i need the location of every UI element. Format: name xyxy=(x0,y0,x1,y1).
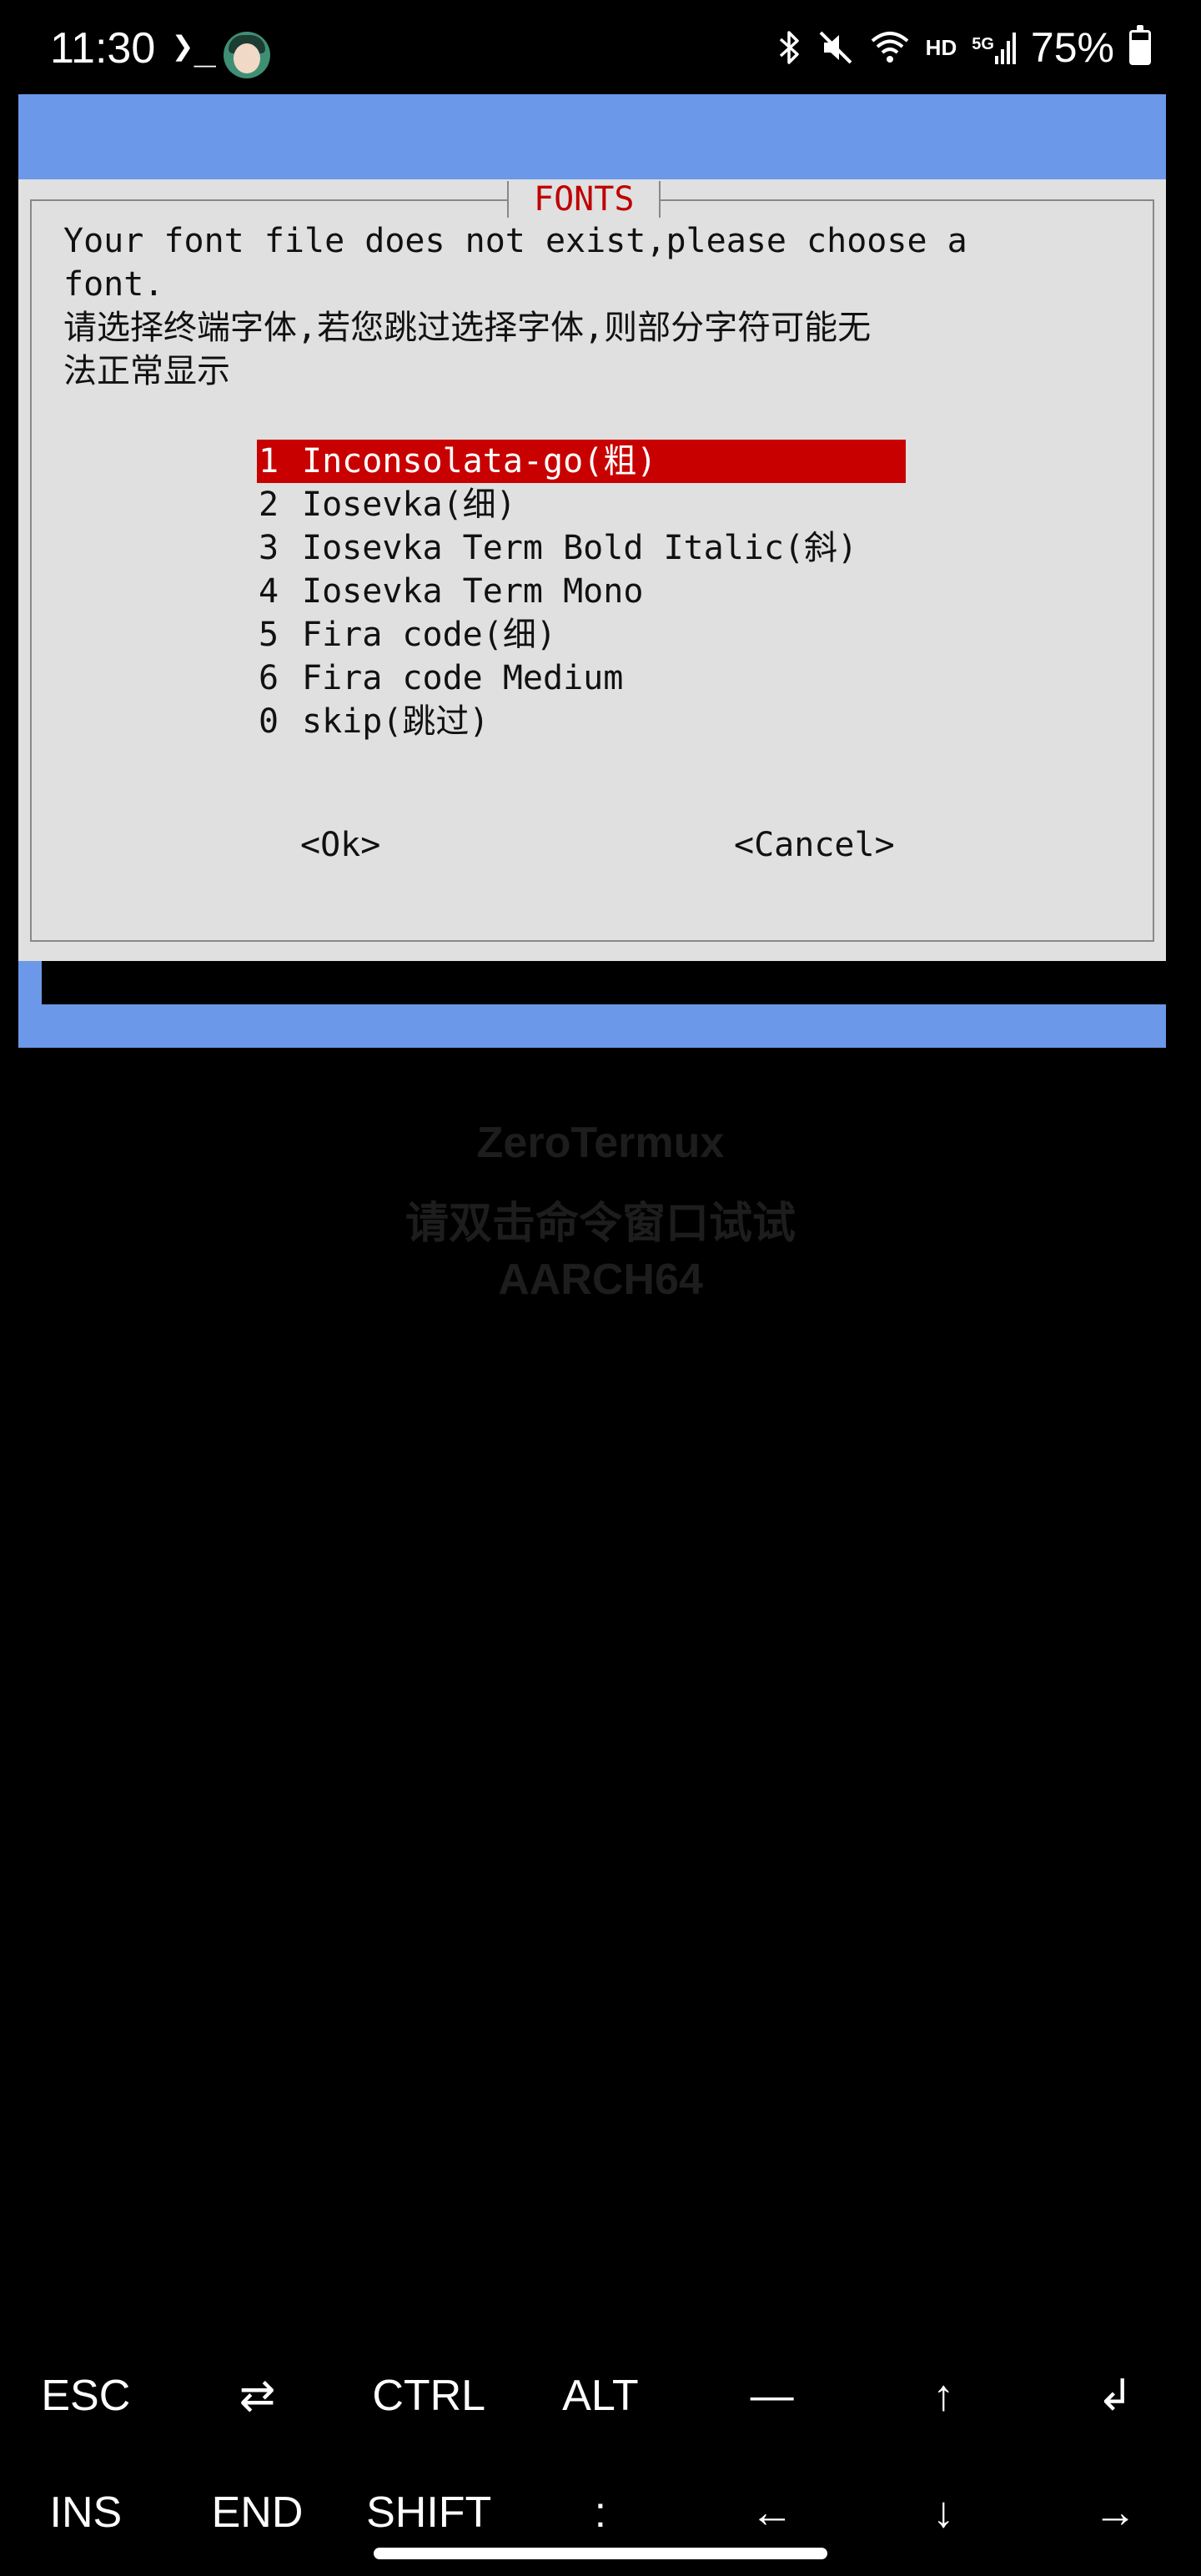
menu-item-inconsolata[interactable]: 1 Inconsolata-go(粗) xyxy=(257,440,906,483)
extra-keys-row-2: INS END SHIFT : ← ↓ → xyxy=(0,2488,1201,2538)
up-arrow-key[interactable]: ↑ xyxy=(857,2371,1029,2421)
tab-swap-key[interactable]: ⇄ xyxy=(172,2371,344,2421)
cancel-button[interactable]: <Cancel> xyxy=(734,823,895,867)
mute-icon xyxy=(819,31,852,64)
menu-item-fira-code-medium[interactable]: 6 Fira code Medium xyxy=(257,657,906,700)
menu-item-iosevka[interactable]: 2 Iosevka(细) xyxy=(257,483,906,526)
hd-label: HD xyxy=(925,34,957,60)
bluetooth-icon xyxy=(779,31,799,64)
watermark-app-name: ZeroTermux xyxy=(476,1119,725,1167)
alt-key[interactable]: ALT xyxy=(515,2371,686,2421)
battery-icon xyxy=(1129,25,1151,65)
terminal-background-side xyxy=(18,961,42,1004)
menu-item-key: 4 xyxy=(259,572,279,611)
extra-keys-row-1: ESC ⇄ CTRL ALT — ↑ ↲ xyxy=(0,2371,1201,2421)
colon-key[interactable]: : xyxy=(515,2488,686,2538)
menu-item-key: 6 xyxy=(259,659,279,697)
fonts-dialog: FONTS Your font file does not exist,plea… xyxy=(18,179,1166,961)
status-bar: 11:30 ❯_ HD 5G 75% xyxy=(0,0,1201,93)
watermark-arch: AARCH64 xyxy=(498,1255,703,1304)
message-line: Your font file does not exist,please cho… xyxy=(63,222,967,260)
shift-key[interactable]: SHIFT xyxy=(343,2488,515,2538)
menu-item-label: Fira code(细) xyxy=(302,616,556,654)
signal-icon: 5G xyxy=(972,31,1016,64)
message-line: font. xyxy=(63,265,164,304)
esc-key[interactable]: ESC xyxy=(0,2371,172,2421)
watermark-hint: 请双击命令窗口试试 xyxy=(405,1200,796,1248)
dash-key[interactable]: — xyxy=(686,2371,858,2421)
menu-item-label: Iosevka Term Bold Italic(斜) xyxy=(302,529,858,567)
menu-item-key: 5 xyxy=(259,616,279,654)
avatar-icon xyxy=(224,32,270,78)
menu-item-fira-code[interactable]: 5 Fira code(细) xyxy=(257,613,906,657)
network-label: 5G xyxy=(972,35,994,53)
terminal-background-bottom xyxy=(18,1004,1166,1048)
menu-item-key: 3 xyxy=(259,529,279,567)
dialog-message: Your font file does not exist,please cho… xyxy=(63,219,1131,393)
message-line: 请选择终端字体,若您跳过选择字体,则部分字符可能无 xyxy=(63,309,872,347)
menu-item-label: Iosevka Term Mono xyxy=(302,572,644,611)
menu-item-key: 2 xyxy=(259,486,279,524)
down-arrow-key[interactable]: ↓ xyxy=(857,2488,1029,2538)
menu-item-iosevka-term-bold-italic[interactable]: 3 Iosevka Term Bold Italic(斜) xyxy=(257,526,906,570)
dialog-title: FONTS xyxy=(507,181,661,218)
left-arrow-key[interactable]: ← xyxy=(686,2488,858,2538)
terminal-icon: ❯_ xyxy=(172,25,216,68)
menu-item-label: skip(跳过) xyxy=(302,702,490,741)
wifi-icon xyxy=(871,32,908,63)
ctrl-key[interactable]: CTRL xyxy=(343,2371,515,2421)
end-key[interactable]: END xyxy=(172,2488,344,2538)
menu-item-label: Inconsolata-go(粗) xyxy=(302,442,657,480)
menu-item-skip[interactable]: 0 skip(跳过) xyxy=(257,700,906,743)
message-line: 法正常显示 xyxy=(63,352,230,390)
ok-button[interactable]: <Ok> xyxy=(300,823,380,867)
ins-key[interactable]: INS xyxy=(0,2488,172,2538)
right-arrow-key[interactable]: → xyxy=(1029,2488,1201,2538)
menu-item-iosevka-term-mono[interactable]: 4 Iosevka Term Mono xyxy=(257,570,906,613)
battery-percent: 75% xyxy=(1030,24,1114,71)
menu-item-key: 0 xyxy=(259,702,279,741)
menu-item-label: Fira code Medium xyxy=(302,659,624,697)
status-icons: HD 5G 75% xyxy=(777,23,1151,72)
terminal-background-top xyxy=(18,94,1166,179)
enter-key[interactable]: ↲ xyxy=(1029,2371,1201,2421)
menu-item-key: 1 xyxy=(259,442,279,480)
menu-item-label: Iosevka(细) xyxy=(302,486,516,524)
dialog-shadow xyxy=(42,961,1166,1004)
font-menu: 1 Inconsolata-go(粗) 2 Iosevka(细) 3 Iosevka … xyxy=(257,440,906,743)
status-time: 11:30 xyxy=(50,24,156,73)
navigation-handle[interactable] xyxy=(374,2548,827,2559)
